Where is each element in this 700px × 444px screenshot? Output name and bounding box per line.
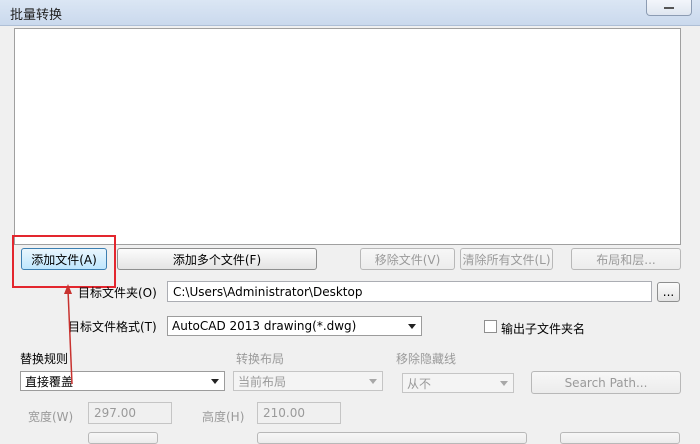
- convert-layout-label: 转换布局: [236, 352, 285, 366]
- arrow-line: [67, 289, 73, 385]
- target-format-select[interactable]: AutoCAD 2013 drawing(*.dwg): [167, 316, 422, 336]
- window-title: 批量转换: [10, 8, 63, 23]
- bottom-control-2[interactable]: [257, 432, 527, 444]
- search-path-button[interactable]: Search Path...: [531, 371, 681, 394]
- width-input[interactable]: 297.00: [88, 402, 172, 424]
- minimize-button[interactable]: [646, 0, 692, 16]
- chevron-down-icon: [211, 379, 219, 384]
- replace-rule-select[interactable]: 直接覆盖: [20, 371, 225, 391]
- replace-rule-value: 直接覆盖: [25, 374, 74, 389]
- target-folder-label: 目标文件夹(O): [78, 286, 157, 300]
- target-folder-input[interactable]: C:\Users\Administrator\Desktop: [167, 281, 652, 302]
- remove-file-button[interactable]: 移除文件(V): [360, 248, 455, 270]
- file-list[interactable]: [14, 28, 681, 245]
- title-bar: [0, 0, 700, 26]
- remove-hidden-lines-select[interactable]: 从不: [402, 373, 514, 393]
- chevron-down-icon: [408, 324, 416, 329]
- height-input[interactable]: 210.00: [257, 402, 341, 424]
- chevron-down-icon: [500, 381, 508, 386]
- convert-layout-value: 当前布局: [238, 374, 287, 389]
- bottom-control-3[interactable]: [560, 432, 680, 444]
- add-multiple-files-button[interactable]: 添加多个文件(F): [117, 248, 317, 270]
- target-format-label: 目标文件格式(T): [68, 320, 157, 334]
- target-format-value: AutoCAD 2013 drawing(*.dwg): [172, 319, 357, 333]
- height-label: 高度(H): [202, 410, 245, 424]
- clear-all-files-button[interactable]: 清除所有文件(L): [460, 248, 553, 270]
- remove-hidden-lines-label: 移除隐藏线: [396, 352, 457, 366]
- convert-layout-select[interactable]: 当前布局: [233, 371, 383, 391]
- browse-button[interactable]: ...: [657, 282, 680, 302]
- output-subfolder-label: 输出子文件夹名: [501, 322, 586, 336]
- chevron-down-icon: [369, 379, 377, 384]
- width-label: 宽度(W): [28, 410, 74, 424]
- layouts-and-layers-button[interactable]: 布局和层...: [571, 248, 681, 270]
- highlight-box: [12, 235, 116, 288]
- remove-hidden-lines-value: 从不: [407, 376, 432, 391]
- bottom-control-1[interactable]: [88, 432, 158, 444]
- replace-rule-label: 替换规则: [20, 352, 69, 366]
- output-subfolder-checkbox[interactable]: [484, 320, 497, 333]
